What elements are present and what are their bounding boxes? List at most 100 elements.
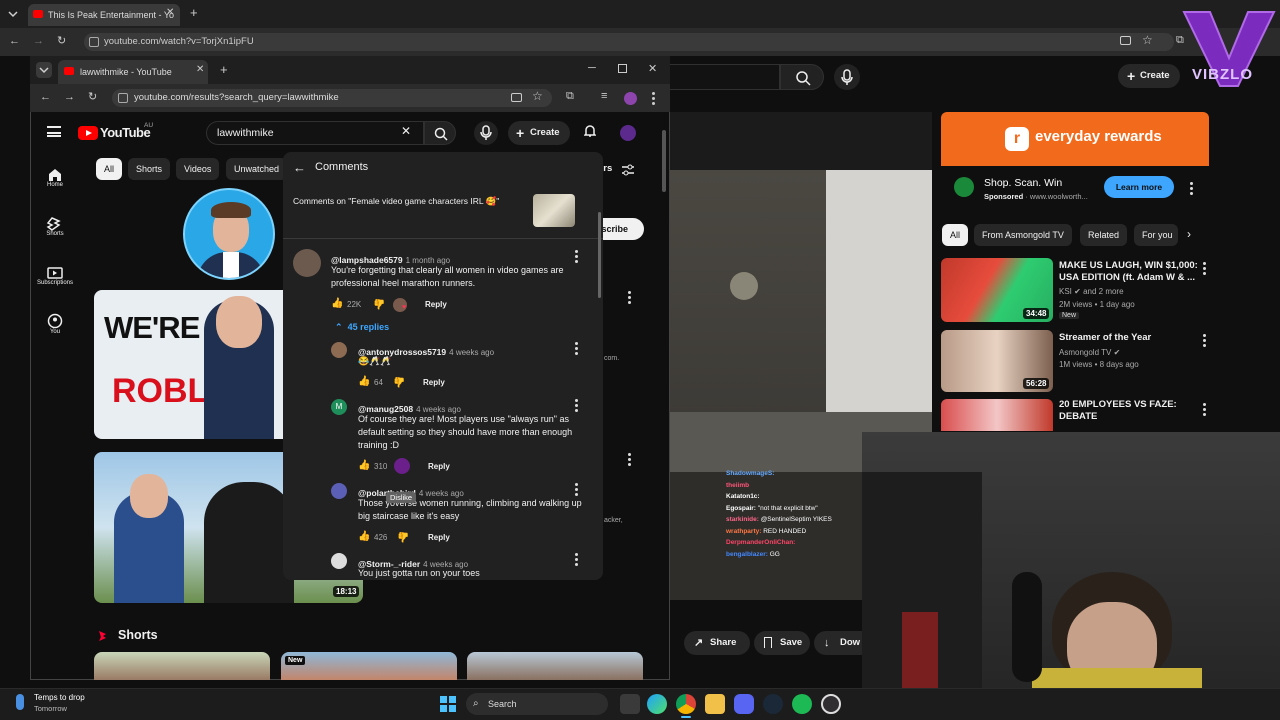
- close-tab-icon[interactable]: ✕: [166, 7, 174, 18]
- reply-button[interactable]: Reply: [428, 533, 450, 542]
- search-input[interactable]: lawwithmike: [206, 121, 424, 145]
- install-app-icon[interactable]: [511, 93, 522, 102]
- short-thumbnail[interactable]: New: [281, 652, 457, 680]
- forward-arrow-icon[interactable]: →: [33, 35, 44, 47]
- filter-chip-videos[interactable]: Videos: [176, 158, 220, 180]
- discord-icon[interactable]: [734, 694, 754, 714]
- reading-list-icon[interactable]: ≡: [601, 90, 607, 102]
- dislike-icon[interactable]: 👍: [373, 298, 385, 309]
- taskbar-search[interactable]: ⌕ Search: [466, 693, 608, 715]
- obs-icon[interactable]: [821, 694, 841, 714]
- dislike-icon[interactable]: 👍: [397, 531, 409, 542]
- voice-search-button[interactable]: [474, 121, 498, 145]
- reply-menu-icon[interactable]: [575, 553, 578, 568]
- front-tab-list-button[interactable]: [36, 62, 52, 78]
- like-icon[interactable]: 👍: [358, 531, 370, 542]
- create-button[interactable]: + Create: [508, 121, 570, 145]
- chevron-right-icon[interactable]: ›: [1187, 227, 1191, 241]
- like-icon[interactable]: 👍: [358, 460, 370, 471]
- ad-menu-icon[interactable]: [1190, 182, 1193, 197]
- comment-avatar[interactable]: [293, 249, 321, 277]
- extensions-icon[interactable]: ⧉: [566, 90, 574, 103]
- sidebar-item-shorts[interactable]: Shorts: [40, 215, 70, 245]
- hamburger-menu-icon[interactable]: [47, 126, 61, 137]
- page-scrollbar-thumb[interactable]: [662, 130, 666, 192]
- back-address-bar[interactable]: youtube.com/watch?v=TorjXn1ipFU: [84, 33, 1174, 51]
- back-arrow-icon[interactable]: ←: [40, 91, 51, 103]
- suggestion-item[interactable]: 20 EMPLOYEES VS FAZE: DEBATE: [941, 399, 1211, 431]
- back-chip-from-asmongold[interactable]: From Asmongold TV: [974, 224, 1072, 246]
- suggestion-menu-icon[interactable]: [1203, 334, 1206, 349]
- filter-chip-unwatched[interactable]: Unwatched: [226, 158, 288, 180]
- reply-button[interactable]: Reply: [428, 462, 450, 471]
- profile-avatar[interactable]: [624, 92, 637, 105]
- like-icon[interactable]: 👍: [331, 298, 343, 309]
- reply-button[interactable]: Reply: [425, 300, 447, 309]
- ad-banner[interactable]: r everyday rewards: [941, 112, 1209, 166]
- reply-menu-icon[interactable]: [575, 483, 578, 498]
- new-tab-button[interactable]: +: [190, 5, 198, 20]
- short-thumbnail[interactable]: [467, 652, 643, 680]
- sidebar-item-you[interactable]: You: [40, 313, 70, 343]
- site-info-icon[interactable]: [89, 37, 99, 47]
- front-address-bar[interactable]: youtube.com/results?search_query=lawwith…: [112, 89, 552, 107]
- weather-widget[interactable]: Temps to drop Tomorrow: [14, 692, 124, 718]
- back-mic-button[interactable]: [834, 64, 860, 90]
- suggestion-menu-icon[interactable]: [1203, 262, 1206, 277]
- clear-search-icon[interactable]: ✕: [401, 124, 411, 138]
- reply-avatar[interactable]: [331, 342, 347, 358]
- close-tab-icon[interactable]: ✕: [196, 64, 204, 75]
- reply-avatar[interactable]: [331, 483, 347, 499]
- edge-browser-icon[interactable]: [647, 694, 667, 714]
- site-info-icon[interactable]: [118, 93, 128, 103]
- back-create-button[interactable]: + Create: [1118, 64, 1180, 88]
- comment-menu-icon[interactable]: [575, 250, 578, 265]
- reply-avatar[interactable]: M: [331, 399, 347, 415]
- context-video-thumbnail[interactable]: [533, 194, 575, 227]
- bookmark-star-icon[interactable]: ☆: [532, 89, 543, 103]
- reply-menu-icon[interactable]: [575, 399, 578, 414]
- start-button[interactable]: [440, 696, 456, 712]
- back-browser-tab[interactable]: This Is Peak Entertainment - Yo: [28, 4, 180, 26]
- learn-more-button[interactable]: Learn more: [1104, 176, 1174, 198]
- share-button[interactable]: ↗ Share: [684, 631, 750, 655]
- filter-sliders-icon[interactable]: [621, 164, 635, 176]
- suggestion-item[interactable]: 56:28 Streamer of the Year Asmongold TV …: [941, 330, 1211, 392]
- search-button[interactable]: [424, 121, 456, 145]
- minimize-button[interactable]: ─: [588, 62, 596, 74]
- save-button[interactable]: Save: [754, 631, 810, 655]
- notifications-bell-icon[interactable]: [584, 124, 596, 138]
- reply-menu-icon[interactable]: [575, 342, 578, 357]
- filter-chip-all[interactable]: All: [96, 158, 123, 180]
- channel-avatar[interactable]: [183, 188, 275, 280]
- close-window-button[interactable]: ✕: [648, 62, 657, 75]
- video-menu-icon[interactable]: [628, 291, 631, 306]
- back-chip-related[interactable]: Related: [1080, 224, 1128, 246]
- replies-toggle[interactable]: ⌃ 45 replies: [335, 322, 389, 333]
- front-browser-tab[interactable]: lawwithmike - YouTube: [58, 60, 208, 84]
- reply-avatar[interactable]: [331, 553, 347, 569]
- forward-arrow-icon[interactable]: →: [64, 91, 75, 103]
- suggestion-item[interactable]: 34:48 MAKE US LAUGH, WIN $1,000: USA EDI…: [941, 258, 1211, 322]
- bookmark-star-icon[interactable]: ☆: [1142, 33, 1153, 47]
- back-arrow-icon[interactable]: ←: [9, 35, 20, 47]
- chrome-icon[interactable]: [676, 694, 696, 714]
- file-explorer-icon[interactable]: [705, 694, 725, 714]
- comments-scrollbar-thumb[interactable]: [598, 212, 601, 298]
- browser-menu-icon[interactable]: [652, 92, 655, 105]
- dislike-icon[interactable]: 👍: [393, 376, 405, 387]
- task-view-icon[interactable]: [620, 694, 640, 714]
- new-tab-button[interactable]: +: [220, 62, 228, 77]
- reply-button[interactable]: Reply: [423, 378, 445, 387]
- sidebar-item-subscriptions[interactable]: Subscriptions: [30, 264, 80, 294]
- filter-chip-shorts[interactable]: Shorts: [128, 158, 171, 180]
- suggestion-menu-icon[interactable]: [1203, 403, 1206, 418]
- sidebar-item-home[interactable]: Home: [40, 166, 70, 196]
- video-thumbnail[interactable]: WE'RE S ROBLE: [94, 290, 284, 439]
- short-thumbnail[interactable]: [94, 652, 270, 680]
- tab-list-button[interactable]: [6, 7, 20, 21]
- reload-icon[interactable]: ↻: [88, 90, 97, 103]
- back-chip-for-you[interactable]: For you: [1134, 224, 1178, 246]
- back-search-button[interactable]: [780, 64, 824, 90]
- reload-icon[interactable]: ↻: [57, 34, 66, 47]
